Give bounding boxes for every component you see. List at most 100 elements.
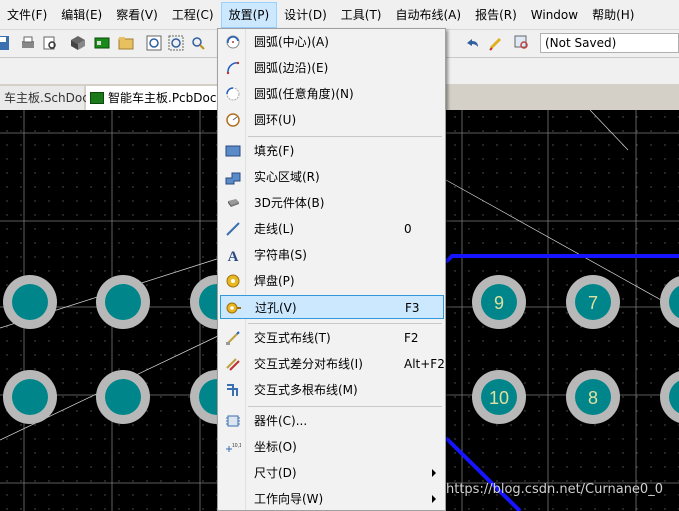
menu-item-label: 圆弧(边沿)(E)	[254, 61, 329, 75]
pad[interactable]	[3, 275, 57, 329]
menu-reports[interactable]: 报告(R)	[468, 0, 524, 30]
menu-item-label: 尺寸(D)	[254, 466, 297, 480]
pad-8[interactable]: 8	[566, 370, 620, 424]
fill-icon	[225, 145, 241, 157]
separator	[248, 323, 442, 324]
pad[interactable]	[96, 370, 150, 424]
menu-item-label: 圆环(U)	[254, 113, 297, 127]
undo-icon[interactable]	[464, 35, 480, 51]
menu-item-arc-edge[interactable]: 圆弧(边沿)(E)	[220, 56, 444, 80]
print-icon[interactable]	[20, 35, 36, 51]
menu-item-label: 过孔(V)	[255, 301, 297, 315]
menu-item-3d-body[interactable]: 3D元件体(B)	[220, 191, 444, 215]
tab-pcbdoc-label: 智能车主板.PcbDoc	[108, 91, 217, 105]
menu-item-interactive-routing[interactable]: 交互式布线(T) F2	[220, 326, 444, 350]
pad-7-label: 7	[588, 293, 598, 313]
3d-body-icon	[228, 199, 239, 207]
pad[interactable]	[96, 275, 150, 329]
arc-any-angle-icon	[226, 87, 240, 101]
menu-tools[interactable]: 工具(T)	[334, 0, 389, 30]
arc-edge-icon	[226, 61, 240, 75]
pad-icon	[226, 274, 240, 288]
menu-item-shortcut: F3	[405, 301, 420, 315]
tab-pcbdoc[interactable]: 智能车主板.PcbDoc	[86, 86, 220, 110]
zoom-selected-icon[interactable]	[190, 35, 206, 51]
menu-window[interactable]: Window	[524, 0, 585, 30]
menu-item-arc-center[interactable]: 圆弧(中心)(A)	[220, 30, 444, 54]
menu-item-shortcut: 0	[404, 222, 412, 236]
menu-item-component[interactable]: 器件(C)...	[220, 409, 444, 433]
menu-item-label: 工作向导(W)	[254, 492, 324, 506]
submenu-arrow-icon	[432, 495, 436, 503]
menu-place[interactable]: 放置(P)	[220, 1, 278, 28]
menu-item-label: 交互式差分对布线(I)	[254, 357, 363, 371]
separator	[248, 136, 442, 137]
multi-routing-icon	[227, 384, 238, 396]
menu-help[interactable]: 帮助(H)	[585, 0, 641, 30]
tab-schdoc[interactable]: 车主板.SchDoc *	[0, 86, 99, 110]
diff-pair-routing-icon	[226, 358, 240, 371]
menu-item-arc-any-angle[interactable]: 圆弧(任意角度)(N)	[220, 82, 444, 106]
full-circle-icon	[226, 113, 240, 127]
save-icon[interactable]	[0, 35, 10, 51]
menu-item-full-circle[interactable]: 圆环(U)	[220, 108, 444, 132]
pcb-file-icon	[90, 92, 104, 104]
menu-item-dimension[interactable]: 尺寸(D)	[220, 461, 444, 485]
interactive-routing-icon	[226, 331, 240, 345]
menu-item-diff-pair-routing[interactable]: 交互式差分对布线(I) Alt+F2	[220, 352, 445, 376]
menu-design[interactable]: 设计(D)	[277, 0, 334, 30]
menu-item-label: 坐标(O)	[254, 440, 297, 454]
folder-icon[interactable]	[118, 35, 134, 51]
menu-item-label: 焊盘(P)	[254, 274, 295, 288]
menu-item-string[interactable]: A 字符串(S)	[220, 243, 444, 267]
menu-item-label: 交互式多根布线(M)	[254, 383, 358, 397]
menu-bar: 文件(F) 编辑(E) 察看(V) 工程(C) 放置(P) 设计(D) 工具(T…	[0, 0, 679, 30]
string-icon: A	[228, 249, 239, 263]
3d-view-icon[interactable]	[70, 35, 86, 51]
menu-file[interactable]: 文件(F)	[0, 0, 54, 30]
menu-item-label: 3D元件体(B)	[254, 196, 325, 210]
menu-item-line[interactable]: 走线(L) 0	[220, 217, 444, 241]
menu-item-solid-region[interactable]: 实心区域(R)	[220, 165, 444, 189]
menu-item-shortcut: Alt+F2	[404, 357, 445, 371]
component-icon	[226, 415, 240, 427]
menu-project[interactable]: 工程(C)	[165, 0, 221, 30]
menu-item-via[interactable]: 过孔(V) F3	[220, 295, 444, 319]
menu-item-coordinate[interactable]: 10,10 坐标(O)	[220, 435, 444, 459]
board-icon[interactable]	[94, 35, 110, 51]
menu-item-label: 交互式布线(T)	[254, 331, 331, 345]
menu-item-label: 器件(C)...	[254, 414, 308, 428]
menu-item-work-guide[interactable]: 工作向导(W)	[220, 487, 444, 511]
place-menu-dropdown: 圆弧(中心)(A) 圆弧(边沿)(E) 圆弧(任意角度)(N) 圆环(U) 填充…	[217, 28, 446, 511]
menu-autoroute[interactable]: 自动布线(A)	[388, 0, 468, 30]
via-icon	[226, 302, 241, 314]
submenu-arrow-icon	[432, 469, 436, 477]
menu-item-multi-routing[interactable]: 交互式多根布线(M)	[220, 378, 444, 402]
menu-item-pad[interactable]: 焊盘(P)	[220, 269, 444, 293]
pad[interactable]	[3, 370, 57, 424]
menu-item-shortcut: F2	[404, 331, 419, 345]
inspect-icon[interactable]	[514, 35, 530, 51]
menu-item-fill[interactable]: 填充(F)	[220, 139, 444, 163]
save-state-field[interactable]: (Not Saved)	[540, 33, 679, 53]
pad-10[interactable]: 10	[472, 370, 526, 424]
menu-item-label: 填充(F)	[254, 144, 295, 158]
menu-item-label: 字符串(S)	[254, 248, 307, 262]
arc-center-icon	[226, 35, 240, 49]
zoom-area-icon[interactable]	[168, 35, 184, 51]
menu-view[interactable]: 察看(V)	[109, 0, 165, 30]
pad-7[interactable]: 7	[566, 275, 620, 329]
svg-text:A: A	[228, 249, 239, 263]
separator	[248, 406, 442, 407]
zoom-fit-icon[interactable]	[146, 35, 162, 51]
menu-edit[interactable]: 编辑(E)	[54, 0, 109, 30]
menu-item-label: 实心区域(R)	[254, 170, 320, 184]
pad-9[interactable]: 9	[472, 275, 526, 329]
highlight-pen-icon[interactable]	[488, 35, 504, 51]
watermark: https://blog.csdn.net/Curnane0_0	[446, 482, 663, 497]
solid-region-icon	[225, 172, 241, 185]
menu-item-label: 圆弧(中心)(A)	[254, 35, 329, 49]
coordinate-icon: 10,10	[226, 443, 241, 452]
print-preview-icon[interactable]	[42, 35, 58, 51]
pad-8-label: 8	[588, 388, 598, 408]
